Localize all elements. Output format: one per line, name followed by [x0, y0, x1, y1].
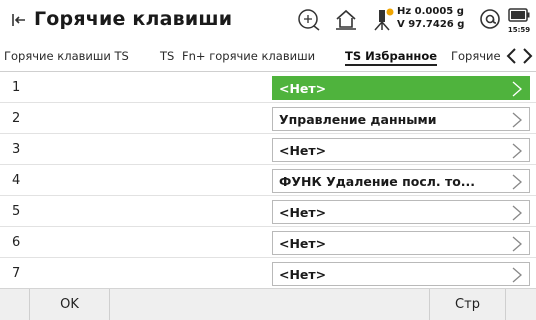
- clock-time: 15:59: [507, 26, 531, 34]
- at-icon[interactable]: [478, 6, 502, 32]
- chevron-right-icon: [512, 174, 522, 190]
- tab-hotkeys-ts[interactable]: Горячие клавиши TS: [4, 49, 129, 63]
- sensor-icon[interactable]: [369, 6, 395, 32]
- hotkey-select[interactable]: Управление данными: [272, 107, 530, 131]
- chevron-right-icon: [512, 81, 522, 97]
- tab-ts-favorites[interactable]: TS Избранное: [345, 49, 438, 66]
- chevron-right-icon: [512, 205, 522, 221]
- page-title: Горячие клавиши: [34, 8, 233, 30]
- hotkey-value: ФУНК Удаление посл. то...: [279, 174, 476, 189]
- active-tab-indicator: [345, 64, 438, 66]
- list-item: 7 <Нет>: [0, 258, 536, 288]
- hotkey-value: <Нет>: [279, 143, 327, 158]
- row-number: 1: [12, 80, 21, 95]
- tab-fn-hotkeys[interactable]: Fn+ горячие клавиши: [182, 49, 315, 63]
- list-item: 1 <Нет>: [0, 72, 536, 103]
- tab-ts[interactable]: TS: [160, 49, 174, 63]
- home-icon[interactable]: [333, 6, 359, 32]
- hotkey-value: <Нет>: [279, 205, 327, 220]
- chevron-right-icon[interactable]: [520, 47, 534, 65]
- list-item: 6 <Нет>: [0, 227, 536, 258]
- chevron-left-icon[interactable]: [505, 47, 519, 65]
- chevron-right-icon: [512, 112, 522, 128]
- softkey-bar: OK Стр: [0, 288, 536, 320]
- tab-bar: Горячие клавиши TS TS Fn+ горячие клавиш…: [0, 40, 536, 72]
- row-number: 5: [12, 204, 21, 219]
- list-item: 5 <Нет>: [0, 196, 536, 227]
- softkey-empty: [110, 289, 430, 320]
- list-item: 3 <Нет>: [0, 134, 536, 165]
- page-button-label: Стр: [455, 297, 480, 312]
- hz-value: Hz 0.0005 g: [397, 6, 464, 17]
- hotkey-select[interactable]: <Нет>: [272, 138, 530, 162]
- row-number: 3: [12, 142, 21, 157]
- row-number: 7: [12, 266, 21, 281]
- hotkey-value: <Нет>: [279, 236, 327, 251]
- row-number: 4: [12, 173, 21, 188]
- v-value: V 97.7426 g: [397, 19, 465, 30]
- hotkey-select[interactable]: <Нет>: [272, 200, 530, 224]
- hotkey-select[interactable]: <Нет>: [272, 262, 530, 286]
- angle-readout: Hz 0.0005 g V 97.7426 g: [397, 5, 464, 31]
- hotkey-value: <Нет>: [279, 81, 327, 96]
- hotkey-list: 1 <Нет> 2 Управление данными 3 <Нет> 4 Ф…: [0, 72, 536, 288]
- chevron-right-icon: [512, 267, 522, 283]
- tab-ts-favorites-label: TS Избранное: [345, 49, 438, 63]
- row-number: 6: [12, 235, 21, 250]
- softkey-spacer: [0, 289, 30, 320]
- hotkey-select[interactable]: <Нет>: [272, 231, 530, 255]
- tab-hotkeys-more[interactable]: Горячие: [451, 49, 503, 63]
- ok-button-label: OK: [60, 297, 79, 312]
- row-number: 2: [12, 111, 21, 126]
- hotkey-value: <Нет>: [279, 267, 327, 282]
- hotkey-value: Управление данными: [279, 112, 437, 127]
- list-item: 2 Управление данными: [0, 103, 536, 134]
- page-button[interactable]: Стр: [430, 289, 506, 320]
- chevron-right-icon: [512, 143, 522, 159]
- hotkey-select[interactable]: ФУНК Удаление посл. то...: [272, 169, 530, 193]
- list-item: 4 ФУНК Удаление посл. то...: [0, 165, 536, 196]
- hotkey-select[interactable]: <Нет>: [272, 76, 530, 100]
- title-bar: Горячие клавиши Hz 0.0005 g V 97.7426 g …: [0, 0, 536, 40]
- target-icon[interactable]: [296, 6, 322, 32]
- chevron-right-icon: [512, 236, 522, 252]
- back-icon[interactable]: [10, 11, 28, 29]
- ok-button[interactable]: OK: [30, 289, 110, 320]
